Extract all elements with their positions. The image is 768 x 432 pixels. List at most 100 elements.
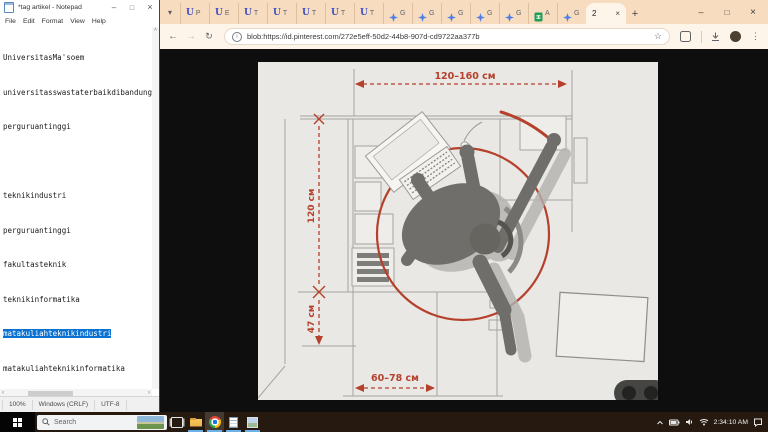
gemini-favicon (505, 9, 514, 22)
browser-tab[interactable]: T (267, 3, 296, 24)
notepad-app-icon (4, 2, 14, 13)
chrome-tab-strip: P E T T T T T G G G G G A G 2 (160, 0, 768, 24)
file-explorer-button[interactable] (186, 412, 205, 432)
action-center-icon[interactable] (753, 418, 763, 427)
browser-tab[interactable]: G (470, 3, 499, 24)
downloads-icon[interactable] (710, 31, 721, 42)
volume-icon[interactable] (685, 418, 694, 426)
scrollbar-thumb[interactable] (28, 390, 73, 396)
chrome-maximize-button[interactable] (714, 0, 740, 24)
menu-view[interactable]: View (70, 18, 85, 25)
photos-taskbar-button[interactable] (243, 412, 262, 432)
notepad-text-area[interactable]: UniversitasMa'soem universitasswastaterb… (0, 27, 152, 389)
gemini-favicon (563, 9, 572, 22)
address-bar[interactable]: blob:https://id.pinterest.com/272e5eff-5… (224, 28, 670, 45)
browser-menu-icon[interactable] (751, 31, 760, 42)
browser-tab[interactable]: T (238, 3, 267, 24)
dim-bottom-label: 60–78 см (371, 373, 419, 384)
menu-format[interactable]: Format (42, 18, 64, 25)
search-icon (42, 418, 50, 426)
text-line: UniversitasMa'soem (3, 53, 85, 62)
browser-tab[interactable]: P (180, 3, 209, 24)
notepad-menubar: File Edit Format View Help (0, 15, 159, 27)
search-highlight-image[interactable] (137, 415, 164, 429)
browser-tab[interactable]: G (557, 3, 586, 24)
chrome-close-button[interactable] (740, 0, 766, 24)
browser-tab[interactable]: T (296, 3, 325, 24)
back-button[interactable] (164, 31, 182, 42)
chrome-icon (208, 416, 221, 428)
status-zoom: 100% (2, 399, 33, 410)
page-info-icon[interactable] (232, 31, 242, 42)
notepad-icon (229, 416, 238, 428)
photos-icon (247, 416, 258, 428)
browser-tab[interactable]: G (499, 3, 528, 24)
browser-tab[interactable]: E (209, 3, 238, 24)
menu-edit[interactable]: Edit (23, 18, 35, 25)
tab-close-icon[interactable] (615, 9, 620, 18)
gemini-favicon (418, 9, 427, 22)
notepad-vertical-scrollbar[interactable] (152, 27, 159, 389)
scroll-up-icon[interactable] (152, 27, 159, 34)
forward-button[interactable] (182, 31, 200, 42)
text-line: teknikindustri (3, 191, 67, 200)
menu-file[interactable]: File (5, 18, 16, 25)
u-favicon (244, 9, 252, 18)
watermark-logo (614, 380, 658, 400)
task-view-button[interactable] (167, 412, 186, 432)
notepad-window: *tag artikel - Notepad File Edit Format … (0, 0, 160, 412)
windows-taskbar: Search 2:34:10 AM (0, 412, 768, 432)
folder-icon (189, 417, 202, 427)
start-button[interactable] (0, 412, 35, 432)
gemini-favicon (447, 9, 456, 22)
browser-tab[interactable]: G (412, 3, 441, 24)
tab-search-button[interactable] (160, 0, 180, 24)
text-line: fakultasteknik (3, 260, 67, 269)
browser-tab[interactable]: T (325, 3, 354, 24)
selected-text: matakuliahteknikindustri (3, 329, 112, 338)
text-line-selected: matakuliahteknikindustri (3, 328, 152, 340)
u-favicon (186, 9, 194, 18)
windows-logo-icon (13, 417, 22, 427)
chrome-toolbar: blob:https://id.pinterest.com/272e5eff-5… (160, 24, 768, 49)
new-tab-button[interactable] (626, 3, 644, 24)
active-tab[interactable]: 2 (586, 3, 626, 24)
bookmark-star-icon[interactable] (654, 31, 662, 42)
u-favicon (360, 9, 368, 18)
u-favicon (273, 9, 281, 18)
reload-button[interactable] (200, 31, 218, 42)
u-favicon (331, 9, 339, 18)
chrome-window-controls (688, 0, 766, 24)
chrome-taskbar-button[interactable] (205, 412, 224, 432)
active-tab-label: 2 (592, 9, 597, 18)
status-line-ending: Windows (CRLF) (33, 399, 96, 410)
u-favicon (215, 9, 223, 18)
menu-help[interactable]: Help (92, 18, 106, 25)
notepad-close-button[interactable] (141, 0, 159, 15)
notepad-maximize-button[interactable] (123, 0, 141, 16)
browser-tab[interactable]: G (441, 3, 470, 24)
gemini-favicon (476, 9, 485, 22)
notepad-statusbar: 100% Windows (CRLF) UTF-8 (0, 396, 159, 412)
network-icon[interactable] (699, 418, 709, 426)
u-favicon (302, 9, 310, 18)
text-line: universitasswastaterbaikdibandung (3, 87, 152, 97)
tray-expand-icon[interactable] (656, 420, 664, 425)
status-encoding: UTF-8 (95, 399, 127, 410)
chrome-minimize-button[interactable] (688, 0, 714, 24)
browser-tab[interactable]: A (528, 3, 557, 24)
side-panel-icon[interactable] (680, 31, 691, 42)
browser-tab[interactable]: G (383, 3, 412, 24)
browser-tab[interactable]: T (354, 3, 383, 24)
ergonomic-diagram-image[interactable]: 120–160 см 120 см 47 см 60–78 см (258, 62, 658, 400)
notepad-minimize-button[interactable] (105, 0, 123, 15)
dim-top-label: 120–160 см (434, 71, 495, 82)
notepad-taskbar-button[interactable] (224, 412, 243, 432)
taskbar-search-box[interactable]: Search (37, 414, 167, 430)
notepad-titlebar[interactable]: *tag artikel - Notepad (0, 0, 159, 15)
battery-icon[interactable] (668, 419, 680, 426)
taskbar-clock[interactable]: 2:34:10 AM (714, 419, 748, 426)
task-view-icon (170, 416, 183, 428)
gemini-favicon (389, 9, 398, 22)
profile-avatar[interactable] (730, 31, 741, 42)
